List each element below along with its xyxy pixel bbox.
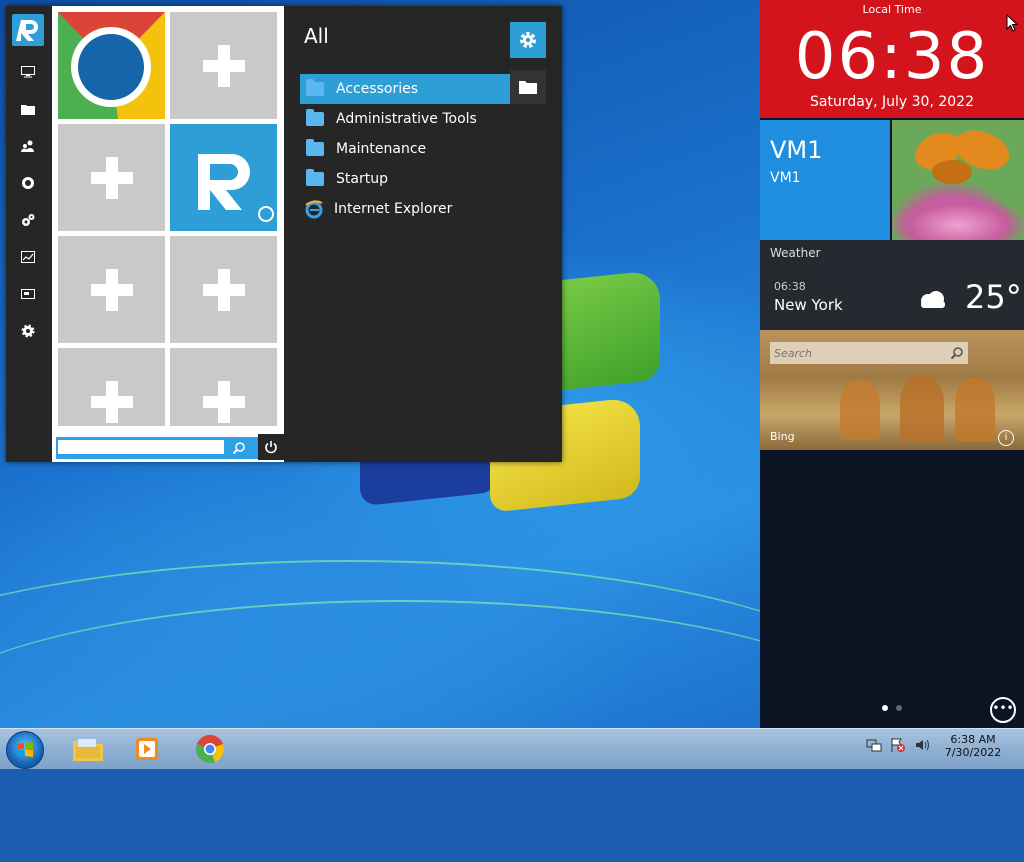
program-label: Maintenance xyxy=(336,141,427,157)
add-tile[interactable] xyxy=(170,236,277,343)
action-center-flag-icon[interactable] xyxy=(890,737,906,756)
program-label: Administrative Tools xyxy=(336,111,477,127)
file-explorer-taskbar-button[interactable] xyxy=(70,733,106,765)
plus-icon xyxy=(202,381,245,423)
taskbar: 6:38 AM 7/30/2022 xyxy=(0,728,1024,769)
vm-subtitle: VM1 xyxy=(770,170,801,186)
page-dot-active[interactable] xyxy=(882,705,888,711)
clock-date: Saturday, July 30, 2022 xyxy=(810,94,974,110)
plus-icon xyxy=(90,156,133,199)
app-logo-icon[interactable] xyxy=(12,14,44,46)
vm-tile[interactable]: VM1 VM1 xyxy=(760,120,890,240)
folder-icon xyxy=(306,139,324,156)
vm-title: VM1 xyxy=(770,136,823,164)
performance-icon[interactable] xyxy=(17,246,39,268)
add-tile[interactable] xyxy=(58,124,165,231)
settings-icon[interactable] xyxy=(17,320,39,342)
network-icon[interactable] xyxy=(17,172,39,194)
monitor-icon[interactable] xyxy=(17,61,39,83)
app-logo-icon xyxy=(198,154,274,222)
media-player-taskbar-button[interactable] xyxy=(130,733,166,765)
plus-icon xyxy=(202,44,245,87)
weather-time: 06:38 xyxy=(774,280,806,293)
gear-icon xyxy=(520,32,536,48)
program-item-internet-explorer[interactable]: Internet Explorer xyxy=(300,194,510,224)
settings-button[interactable] xyxy=(510,22,546,58)
weather-header: Weather xyxy=(770,246,821,260)
bing-search-tile: Bing i xyxy=(760,330,1024,450)
chrome-icon xyxy=(196,735,224,763)
chrome-icon xyxy=(58,12,165,119)
users-icon[interactable] xyxy=(17,135,39,157)
folder-icon xyxy=(306,169,324,186)
add-tile[interactable] xyxy=(58,236,165,343)
start-button[interactable] xyxy=(6,731,44,769)
folder-icon xyxy=(306,109,324,126)
programs-panel: All Accessories Administrative Tools Mai… xyxy=(288,6,562,462)
search-icon[interactable] xyxy=(232,440,248,456)
butterfly-photo-tile[interactable] xyxy=(892,120,1024,240)
taskbar-date: 7/30/2022 xyxy=(944,746,1002,759)
clock-time: 06:38 xyxy=(794,20,990,94)
file-explorer-icon xyxy=(73,739,103,761)
start-menu: All Accessories Administrative Tools Mai… xyxy=(6,6,562,462)
program-item-maintenance[interactable]: Maintenance xyxy=(300,134,510,164)
bing-search-box xyxy=(770,342,968,364)
network-icon[interactable] xyxy=(866,737,882,756)
weather-city: New York xyxy=(774,296,843,314)
open-folder-button[interactable] xyxy=(510,70,546,104)
partly-cloudy-icon xyxy=(916,290,948,308)
power-icon xyxy=(265,441,277,454)
clock-label: Local Time xyxy=(862,3,922,16)
add-tile[interactable] xyxy=(170,348,277,426)
plus-icon xyxy=(202,268,245,311)
program-label: Internet Explorer xyxy=(334,201,453,217)
program-item-startup[interactable]: Startup xyxy=(300,164,510,194)
programs-title: All xyxy=(304,24,329,48)
media-player-icon xyxy=(136,738,158,760)
plus-icon xyxy=(90,268,133,311)
gears-icon[interactable] xyxy=(17,209,39,231)
search-icon[interactable] xyxy=(950,345,964,364)
weather-temperature: 25° xyxy=(965,278,1022,316)
clock-tile[interactable]: Local Time 06:38 Saturday, July 30, 2022 xyxy=(760,0,1024,118)
folder-icon xyxy=(306,79,324,96)
folder-icon[interactable] xyxy=(17,98,39,120)
more-options-icon[interactable]: ••• xyxy=(990,697,1016,723)
add-tile[interactable] xyxy=(58,348,165,426)
folder-icon xyxy=(519,81,537,94)
tile-panel xyxy=(52,6,284,462)
taskbar-time: 6:38 AM xyxy=(950,733,996,746)
power-button[interactable] xyxy=(258,434,284,460)
program-item-accessories[interactable]: Accessories xyxy=(300,74,510,104)
nav-rail xyxy=(6,6,52,462)
display-icon[interactable] xyxy=(17,283,39,305)
chrome-tile[interactable] xyxy=(58,12,165,119)
menu-search-box xyxy=(56,437,274,459)
chrome-taskbar-button[interactable] xyxy=(192,733,228,765)
plus-icon xyxy=(90,381,133,423)
windows-logo-icon xyxy=(17,742,33,757)
program-item-administrative-tools[interactable]: Administrative Tools xyxy=(300,104,510,134)
add-tile[interactable] xyxy=(170,12,277,119)
bing-label: Bing xyxy=(770,430,795,443)
app-logo-tile[interactable] xyxy=(170,124,277,231)
sidebar-widgets: Local Time 06:38 Saturday, July 30, 2022… xyxy=(760,0,1024,728)
program-label: Accessories xyxy=(336,81,419,97)
bing-search-input[interactable] xyxy=(774,345,934,361)
info-icon[interactable]: i xyxy=(998,430,1014,446)
menu-search-input[interactable] xyxy=(58,440,224,454)
menu-search-row xyxy=(52,432,284,462)
program-label: Startup xyxy=(336,171,388,187)
internet-explorer-icon xyxy=(304,199,324,219)
page-dot[interactable] xyxy=(896,705,902,711)
taskbar-clock[interactable]: 6:38 AM 7/30/2022 xyxy=(928,733,1018,759)
weather-tile[interactable]: Weather 06:38 New York 25° xyxy=(760,240,1024,330)
mouse-cursor-icon xyxy=(1006,13,1019,36)
